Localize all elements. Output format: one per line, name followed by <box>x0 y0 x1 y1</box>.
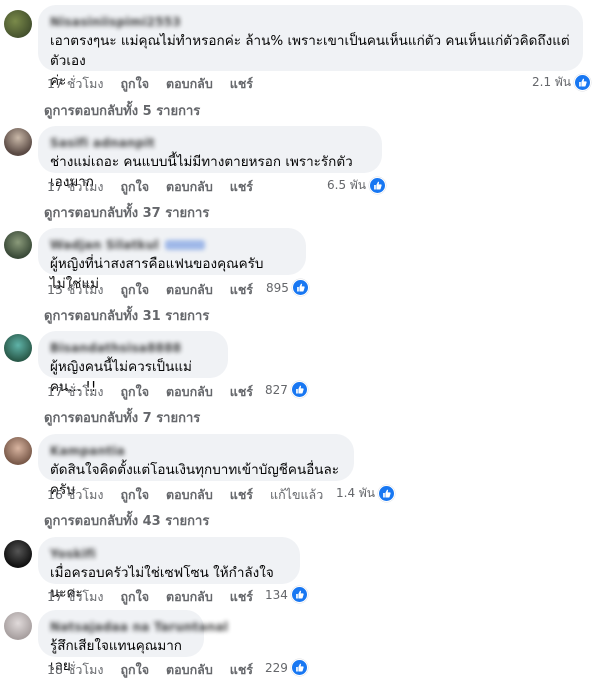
thumbs-up-icon <box>378 485 396 502</box>
avatar[interactable] <box>4 437 32 465</box>
like-button[interactable]: ถูกใจ <box>120 177 149 197</box>
avatar[interactable] <box>4 334 32 362</box>
comment-bubble: Nisasiniispimi2553 เอาตรงๆนะ แม่คุณไม่ทำ… <box>38 5 583 89</box>
reaction-count-text: 895 <box>266 280 289 295</box>
commenter-name-text: Wadjan Silatkul <box>50 238 159 252</box>
reaction-count[interactable]: 2.1 พัน <box>532 73 592 92</box>
reaction-count[interactable]: 229 <box>265 659 308 676</box>
reaction-count[interactable]: 134 <box>265 586 308 603</box>
comment-time[interactable]: 18 ชั่วโมง <box>47 660 103 678</box>
thumbs-up-icon <box>290 586 308 603</box>
reaction-count[interactable]: 6.5 พัน <box>327 176 387 195</box>
view-replies-link[interactable]: ดูการตอบกลับทั้ง 7 รายการ <box>44 407 200 428</box>
reaction-count-text: 1.4 พัน <box>336 486 376 500</box>
comment-time[interactable]: 16 ชั่วโมง <box>47 485 103 505</box>
comment-bubble: Natsajadaa na Taruntanal รู้สึกเสียใจแทน… <box>38 610 228 674</box>
comment-bubble: Yoskifi เมื่อครอบครัวไม่ใช่เซฟโซน ให้กำล… <box>38 537 300 601</box>
commenter-name[interactable]: Yoskifi <box>50 547 96 561</box>
comment-bubble: Sasifi adnanpit ช่างแม่เถอะ คนแบบนี้ไม่ม… <box>38 126 382 190</box>
comment-time[interactable]: 17 ชั่วโมง <box>47 587 103 607</box>
reaction-count[interactable]: 895 <box>266 279 309 296</box>
comment-actions: 18 ชั่วโมง ถูกใจ ตอบกลับ แชร์ <box>47 660 270 678</box>
share-button[interactable]: แชร์ <box>230 382 253 402</box>
commenter-name[interactable]: Bisandathsisa8888 <box>50 341 181 355</box>
reply-button[interactable]: ตอบกลับ <box>166 177 213 197</box>
view-replies-link[interactable]: ดูการตอบกลับทั้ง 31 รายการ <box>44 305 209 326</box>
reaction-count-text: 229 <box>265 660 288 675</box>
comment-bubble: Wadjan Silatkul ผู้หญิงที่น่าสงสารคือแฟน… <box>38 228 306 292</box>
avatar[interactable] <box>4 10 32 38</box>
avatar[interactable] <box>4 540 32 568</box>
share-button[interactable]: แชร์ <box>230 587 253 607</box>
share-button[interactable]: แชร์ <box>230 485 253 505</box>
comment-bubble: Kampantia ตัดสินใจคิดตั้งแต่โอนเงินทุกบา… <box>38 434 354 498</box>
commenter-name[interactable]: Kampantia <box>50 444 125 458</box>
reply-button[interactable]: ตอบกลับ <box>166 485 213 505</box>
comment-time[interactable]: 17 ชั่วโมง <box>47 177 103 197</box>
share-button[interactable]: แชร์ <box>230 660 253 678</box>
comment-actions: 17 ชั่วโมง ถูกใจ ตอบกลับ แชร์ <box>47 177 270 197</box>
avatar[interactable] <box>4 231 32 259</box>
reply-button[interactable]: ตอบกลับ <box>166 660 213 678</box>
view-replies-link[interactable]: ดูการตอบกลับทั้ง 5 รายการ <box>44 100 200 121</box>
commenter-name[interactable]: Natsajadaa na Taruntanal <box>50 620 228 634</box>
comment-time[interactable]: 17 ชั่วโมง <box>47 382 103 402</box>
like-button[interactable]: ถูกใจ <box>120 280 149 300</box>
thumbs-up-icon <box>290 659 308 676</box>
reply-button[interactable]: ตอบกลับ <box>166 587 213 607</box>
reaction-count[interactable]: 827 <box>265 381 308 398</box>
reaction-count-text: 134 <box>265 587 288 602</box>
commenter-name[interactable]: Nisasiniispimi2553 <box>50 15 181 29</box>
comment-text-line: เอาตรงๆนะ แม่คุณไม่ทำหรอกค่ะ ล้าน% เพราะ… <box>50 33 570 69</box>
like-button[interactable]: ถูกใจ <box>120 587 149 607</box>
commenter-name[interactable]: Wadjan Silatkul <box>50 238 159 252</box>
reaction-count-text: 6.5 พัน <box>327 178 367 192</box>
commenter-name[interactable]: Sasifi adnanpit <box>50 136 155 150</box>
comment-time[interactable]: 15 ชั่วโมง <box>47 280 103 300</box>
thumbs-up-icon <box>290 381 308 398</box>
share-button[interactable]: แชร์ <box>230 74 253 94</box>
badge <box>164 239 205 250</box>
reaction-count-text: 827 <box>265 382 288 397</box>
avatar[interactable] <box>4 612 32 640</box>
reaction-count-text: 2.1 พัน <box>532 75 572 89</box>
comment-time[interactable]: 17 ชั่วโมง <box>47 74 103 94</box>
share-button[interactable]: แชร์ <box>230 280 253 300</box>
comment-actions: 15 ชั่วโมง ถูกใจ ตอบกลับ แชร์ <box>47 280 270 300</box>
like-button[interactable]: ถูกใจ <box>120 74 149 94</box>
like-button[interactable]: ถูกใจ <box>120 485 149 505</box>
avatar[interactable] <box>4 128 32 156</box>
thumbs-up-icon <box>369 177 387 194</box>
thumbs-up-icon <box>574 74 592 91</box>
comment-actions: 17 ชั่วโมง ถูกใจ ตอบกลับ แชร์ <box>47 74 270 94</box>
thumbs-up-icon <box>291 279 309 296</box>
reaction-count[interactable]: 1.4 พัน <box>336 484 396 503</box>
share-button[interactable]: แชร์ <box>230 177 253 197</box>
like-button[interactable]: ถูกใจ <box>120 660 149 678</box>
comment-actions: 16 ชั่วโมง ถูกใจ ตอบกลับ แชร์ แก้ไขแล้ว <box>47 485 340 505</box>
comment-bubble: Bisandathsisa8888 ผู้หญิงคนนี้ไม่ควรเป็น… <box>38 331 228 395</box>
reply-button[interactable]: ตอบกลับ <box>166 74 213 94</box>
comment-actions: 17 ชั่วโมง ถูกใจ ตอบกลับ แชร์ <box>47 382 270 402</box>
edited-label: แก้ไขแล้ว <box>270 487 324 502</box>
comment-actions: 17 ชั่วโมง ถูกใจ ตอบกลับ แชร์ <box>47 587 270 607</box>
reply-button[interactable]: ตอบกลับ <box>166 382 213 402</box>
like-button[interactable]: ถูกใจ <box>120 382 149 402</box>
view-replies-link[interactable]: ดูการตอบกลับทั้ง 37 รายการ <box>44 202 209 223</box>
view-replies-link[interactable]: ดูการตอบกลับทั้ง 43 รายการ <box>44 510 209 531</box>
reply-button[interactable]: ตอบกลับ <box>166 280 213 300</box>
